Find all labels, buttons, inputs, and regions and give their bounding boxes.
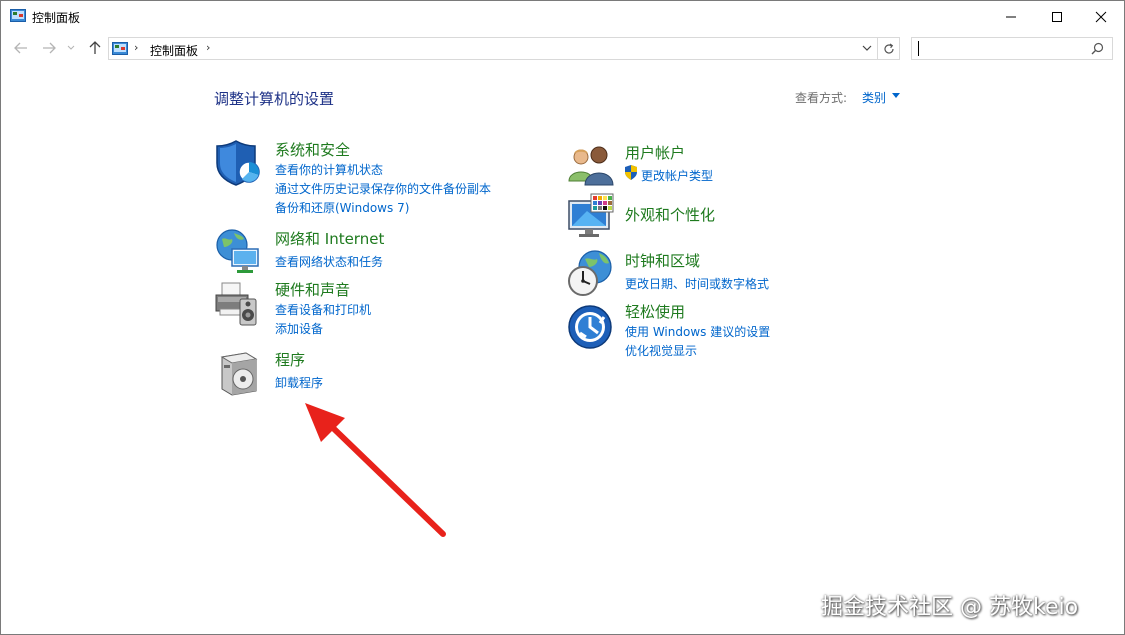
link-backup-restore[interactable]: 备份和还原(Windows 7) [275,199,409,216]
network-globe-icon[interactable] [214,227,262,275]
minimize-icon [1006,16,1016,17]
category-title-user-accounts[interactable]: 用户帐户 [625,142,685,163]
view-by-label: 查看方式: [795,91,848,105]
link-uninstall-program[interactable]: 卸载程序 [275,374,323,391]
back-button[interactable] [12,39,30,57]
link-devices-printers[interactable]: 查看设备和打印机 [275,301,371,318]
search-input[interactable] [911,37,1113,60]
refresh-icon [883,43,894,54]
link-change-date-time-format[interactable]: 更改日期、时间或数字格式 [625,275,769,292]
link-windows-suggested-settings[interactable]: 使用 Windows 建议的设置 [625,323,770,340]
control-panel-window: 控制面板 › 控制面板 › 调整计算机的设置 查看方式: 类别 系统和安全 查看… [0,0,1125,635]
maximize-button[interactable] [1034,1,1080,32]
title-bar: 控制面板 [1,1,1124,32]
category-title-network-internet[interactable]: 网络和 Internet [275,228,384,249]
chevron-down-icon [67,45,75,50]
search-icon[interactable] [1091,42,1104,55]
chevron-down-icon[interactable] [862,43,872,53]
category-title-ease-of-access[interactable]: 轻松使用 [625,301,685,322]
minimize-button[interactable] [988,1,1034,32]
link-file-history[interactable]: 通过文件历史记录保存你的文件备份副本 [275,180,491,197]
window-title: 控制面板 [32,11,81,25]
refresh-button[interactable] [878,37,900,60]
monitor-palette-icon[interactable] [567,193,615,241]
text-cursor [918,41,919,56]
link-network-status[interactable]: 查看网络状态和任务 [275,253,383,270]
annotation-arrow [305,403,446,537]
forward-button[interactable] [40,39,58,57]
category-title-programs[interactable]: 程序 [275,349,305,370]
address-bar[interactable]: › 控制面板 › [108,37,878,60]
link-add-device[interactable]: 添加设备 [275,320,323,337]
uac-shield-icon [625,165,637,180]
control-panel-icon [10,9,26,22]
link-change-account-type[interactable]: 更改帐户类型 [641,167,713,184]
close-icon [1095,11,1107,22]
forward-arrow-icon [43,42,56,54]
maximize-icon [1052,11,1062,22]
breadcrumb[interactable]: 控制面板 [150,42,198,59]
recent-locations-button[interactable] [65,39,77,57]
category-title-clock-region[interactable]: 时钟和区域 [625,250,700,271]
up-button[interactable] [86,39,104,57]
users-icon[interactable] [567,141,615,189]
printer-speaker-icon[interactable] [214,279,262,327]
category-title-appearance[interactable]: 外观和个性化 [625,204,715,225]
link-optimize-visual-display[interactable]: 优化视觉显示 [625,342,697,359]
link-view-computer-status[interactable]: 查看你的计算机状态 [275,161,383,178]
ease-of-access-icon[interactable] [567,303,615,351]
breadcrumb-separator[interactable]: › [206,41,210,54]
page-title: 调整计算机的设置 [214,90,335,108]
shield-icon[interactable] [214,139,262,187]
view-by-dropdown[interactable]: 类别 [862,89,886,106]
category-title-system-security[interactable]: 系统和安全 [275,139,350,160]
programs-disc-icon[interactable] [216,349,264,397]
caret-down-icon[interactable] [892,93,900,98]
clock-globe-icon[interactable] [567,249,615,297]
back-arrow-icon [14,42,27,54]
close-button[interactable] [1078,1,1124,32]
category-title-hardware-sound[interactable]: 硬件和声音 [275,279,350,300]
watermark: 掘金技术社区 @ 苏牧keio [821,595,1079,620]
breadcrumb-separator[interactable]: › [134,41,138,54]
up-arrow-icon [89,41,101,54]
control-panel-icon [112,42,128,55]
